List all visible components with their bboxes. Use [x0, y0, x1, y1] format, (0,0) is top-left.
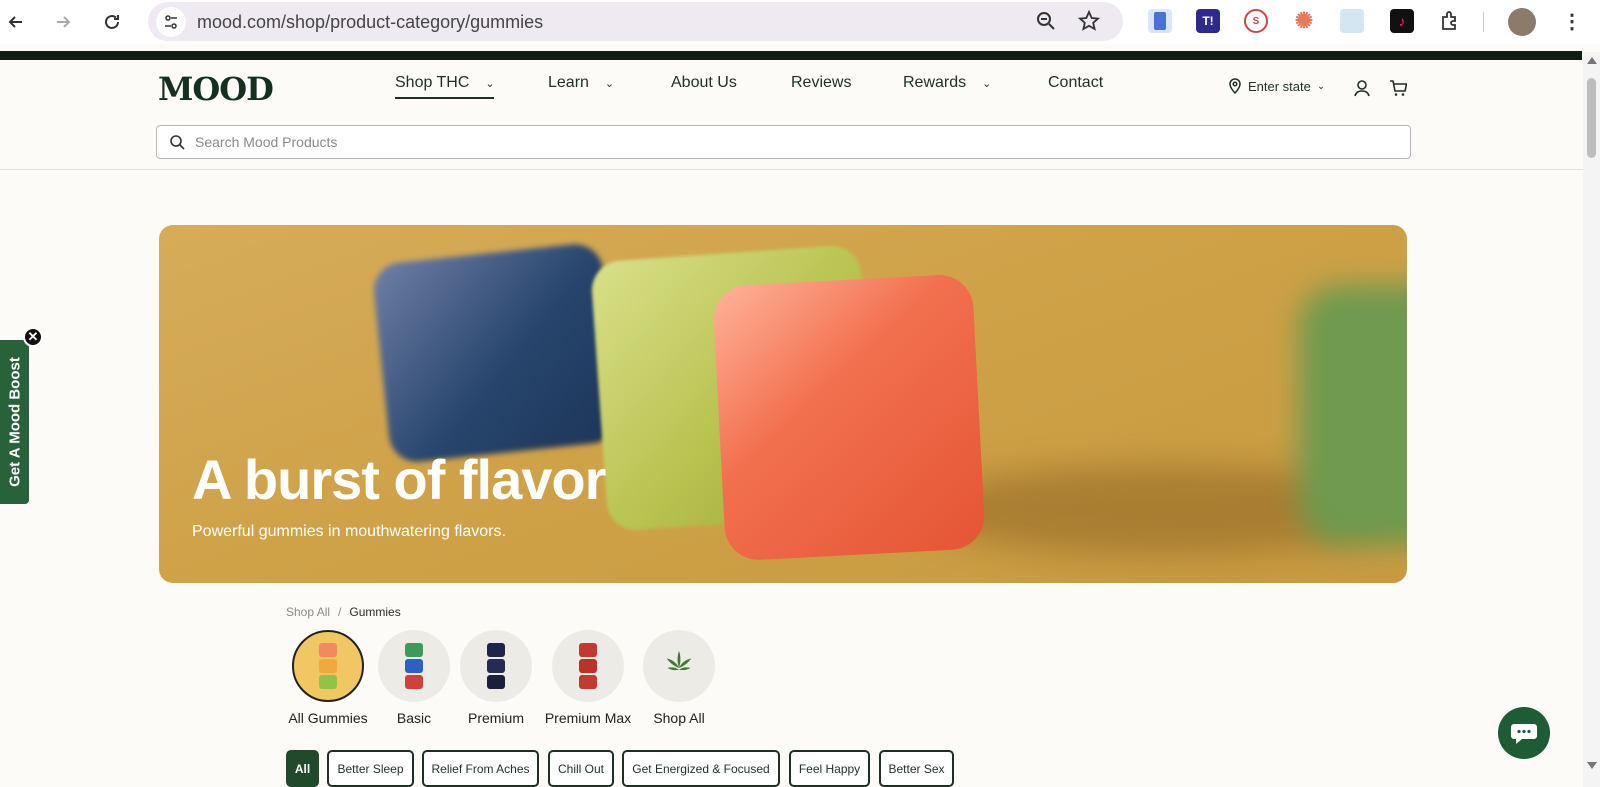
filter-get-energized-focused[interactable]: Get Energized & Focused	[622, 750, 780, 787]
chat-bubble-icon[interactable]	[1498, 707, 1550, 759]
announcement-strip	[0, 51, 1582, 60]
category-premium-max[interactable]: Premium Max	[543, 630, 633, 726]
filter-better-sleep[interactable]: Better Sleep	[327, 750, 414, 787]
nav-active-underline	[395, 97, 494, 99]
cloud-extension-icon[interactable]	[1340, 9, 1364, 33]
nav-rewards-label: Rewards	[903, 74, 967, 91]
state-select-label: Enter state	[1248, 78, 1311, 94]
nav-about-us[interactable]: About Us	[671, 74, 737, 92]
nav-shop-thc-label: Shop THC	[395, 74, 470, 91]
toolbar-divider	[1483, 12, 1484, 32]
category-shop-all[interactable]: Shop All	[643, 630, 715, 726]
browser-menu-icon[interactable]: ⋮	[1560, 9, 1584, 33]
breadcrumb: Shop All / Gummies	[286, 605, 401, 619]
nav-learn[interactable]: Learn ⌄	[548, 74, 614, 92]
browser-toolbar: mood.com/shop/product-category/gummies T…	[0, 0, 1600, 44]
search-icon	[170, 135, 185, 150]
reload-icon[interactable]	[98, 8, 126, 36]
breadcrumb-separator: /	[338, 605, 342, 619]
search-input[interactable]	[195, 130, 1395, 154]
phone-extension-icon[interactable]	[1148, 9, 1172, 33]
nav-rewards[interactable]: Rewards ⌄	[903, 74, 991, 92]
all-gummies-thumbnail	[292, 630, 364, 702]
tiktok-extension-icon[interactable]: ♪	[1390, 9, 1414, 33]
mood-boost-tab[interactable]: Get A Mood Boost	[0, 340, 29, 504]
nav-contact[interactable]: Contact	[1048, 74, 1103, 92]
nav-reviews[interactable]: Reviews	[791, 74, 851, 92]
cart-icon[interactable]	[1388, 78, 1408, 98]
hero-subtitle: Powerful gummies in mouthwatering flavor…	[192, 523, 506, 540]
filter-chill-out[interactable]: Chill Out	[548, 750, 614, 787]
profile-avatar[interactable]	[1508, 8, 1536, 36]
breadcrumb-current: Gummies	[349, 605, 401, 619]
url-text[interactable]: mood.com/shop/product-category/gummies	[197, 12, 543, 33]
filter-relief-from-aches[interactable]: Relief From Aches	[422, 750, 539, 787]
nav-shop-thc[interactable]: Shop THC ⌄	[395, 74, 495, 92]
category-label: Premium Max	[544, 710, 632, 726]
category-label: Basic	[396, 710, 432, 726]
site-settings-icon[interactable]	[156, 7, 186, 37]
burst-extension-icon[interactable]: ✺	[1292, 8, 1316, 33]
forward-icon[interactable]	[49, 8, 77, 36]
chevron-down-icon: ⌄	[1316, 80, 1326, 92]
location-pin-icon	[1229, 78, 1241, 94]
premium-thumbnail	[460, 630, 532, 702]
blurred-gummy-image	[1299, 285, 1407, 545]
category-all-gummies[interactable]: All Gummies	[285, 630, 371, 726]
back-icon[interactable]	[2, 8, 30, 36]
mood-boost-label: Get A Mood Boost	[6, 357, 23, 487]
category-label: Shop All	[653, 710, 705, 726]
blue-gummy-image	[371, 241, 621, 465]
red-gummy-image	[711, 273, 987, 562]
scroll-down-icon[interactable]	[1587, 762, 1597, 769]
chevron-down-icon: ⌄	[485, 77, 495, 90]
extensions-puzzle-icon[interactable]	[1438, 9, 1462, 33]
bookmark-star-icon[interactable]	[1077, 9, 1101, 37]
category-premium[interactable]: Premium	[460, 630, 532, 726]
category-basic[interactable]: Basic	[378, 630, 450, 726]
filter-feel-happy[interactable]: Feel Happy	[789, 750, 870, 787]
product-search[interactable]	[156, 125, 1411, 159]
t-extension-icon[interactable]: T!	[1196, 9, 1220, 33]
header-divider	[0, 169, 1583, 170]
category-label: Premium	[467, 710, 524, 726]
nav-contact-label: Contact	[1048, 74, 1104, 91]
cannabis-leaf-icon	[643, 630, 715, 702]
t-extension-label: T!	[1202, 14, 1214, 28]
basic-thumbnail	[378, 630, 450, 702]
breadcrumb-shop-all[interactable]: Shop All	[286, 605, 330, 619]
page-scrollbar[interactable]	[1583, 52, 1600, 787]
filter-all[interactable]: All	[286, 750, 319, 787]
nav-reviews-label: Reviews	[791, 74, 852, 91]
scroll-up-icon[interactable]	[1587, 57, 1597, 64]
category-label: All Gummies	[288, 710, 368, 726]
hero-banner: A burst of flavor Powerful gummies in mo…	[159, 225, 1407, 583]
address-bar[interactable]: mood.com/shop/product-category/gummies	[148, 2, 1123, 41]
close-icon[interactable]: ✕	[23, 327, 43, 347]
zoom-icon[interactable]	[1035, 10, 1057, 37]
filter-better-sex[interactable]: Better Sex	[879, 750, 954, 787]
chevron-down-icon: ⌄	[982, 77, 992, 90]
scroll-thumb[interactable]	[1587, 78, 1596, 158]
nav-learn-label: Learn	[548, 74, 589, 91]
account-icon[interactable]	[1352, 78, 1372, 98]
hero-title: A burst of flavor	[192, 448, 606, 511]
nav-about-us-label: About Us	[671, 74, 737, 91]
s-extension-icon[interactable]: S	[1244, 9, 1268, 33]
chevron-down-icon: ⌄	[604, 77, 615, 90]
mood-logo[interactable]: MOOD	[158, 70, 274, 108]
state-selector[interactable]: Enter state ⌄	[1228, 78, 1325, 94]
premium-max-thumbnail	[552, 630, 624, 702]
